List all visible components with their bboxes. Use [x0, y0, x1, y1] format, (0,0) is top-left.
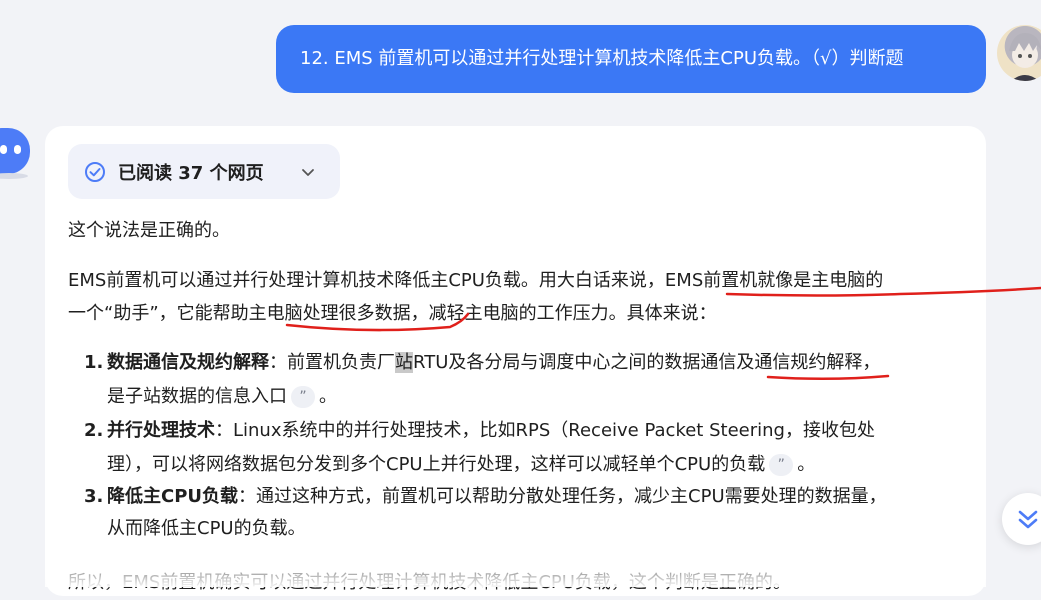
list-item-number: 1. [84, 352, 104, 373]
list-item-2-line1: 并行处理技术：Linux系统中的并行处理技术，比如RPS（Receive Pac… [107, 414, 875, 448]
list-item-title: 并行处理技术 [107, 420, 215, 441]
user-message-text: 12. EMS 前置机可以通过并行处理计算机技术降低主CPU负载。（√）判断题 [300, 48, 904, 69]
list-item-number: 3. [84, 486, 104, 507]
list-item-title: 数据通信及规约解释 [107, 352, 269, 373]
sources-read-toggle[interactable]: 已阅读 37 个网页 [68, 144, 340, 199]
list-item-text: 从而降低主CPU的负载。 [107, 518, 306, 539]
double-chevron-down-icon [1018, 510, 1038, 529]
answer-paragraph-explain-line1: EMS前置机可以通过并行处理计算机技术降低主CPU负载。用大白话来说，EMS前置… [68, 270, 884, 291]
assistant-avatar-shadow [0, 173, 28, 179]
list-item-text: 理），可以将网络数据包分发到多个CPU上并行处理，这样可以减轻单个CPU的负载 [107, 454, 766, 475]
scroll-to-bottom-button[interactable] [1002, 493, 1041, 545]
user-message-bubble: 12. EMS 前置机可以通过并行处理计算机技术降低主CPU负载。（√）判断题 [276, 25, 986, 93]
list-item-2-line2: 理），可以将网络数据包分发到多个CPU上并行处理，这样可以减轻单个CPU的负载”… [107, 448, 815, 482]
list-item-text: RTU及各分局与调度中心之间的数据通信及通信规约解释， [413, 352, 881, 373]
chevron-down-icon [302, 168, 314, 176]
highlighted-text: 站 [395, 352, 413, 373]
check-circle-icon [85, 161, 105, 182]
list-item-text: 是子站数据的信息入口 [107, 386, 287, 407]
list-item-text: ：前置机负责厂 [269, 352, 395, 373]
list-item-title: 降低主CPU负载 [107, 486, 239, 507]
list-item-text: ：Linux系统中的并行处理技术，比如RPS（Receive Packet St… [215, 420, 875, 441]
list-item-3-line1: 降低主CPU负载：通过这种方式，前置机可以帮助分散处理任务，减少主CPU需要处理… [107, 480, 887, 514]
answer-paragraph-verdict: 这个说法是正确的。 [68, 220, 230, 241]
assistant-avatar [0, 128, 30, 174]
list-item-3-line2: 从而降低主CPU的负载。 [107, 512, 306, 546]
citation-icon[interactable]: ” [291, 386, 315, 408]
citation-icon[interactable]: ” [769, 454, 794, 476]
bottom-fade [45, 560, 986, 587]
list-item-text: ：通过这种方式，前置机可以帮助分散处理任务，减少主CPU需要处理的数据量， [238, 486, 887, 507]
user-avatar[interactable] [997, 25, 1041, 81]
sources-read-label: 已阅读 37 个网页 [118, 162, 264, 184]
avatar-image [1009, 33, 1041, 81]
list-item-number: 2. [84, 420, 104, 441]
list-item-text: 。 [797, 454, 816, 475]
list-item-1-line1: 数据通信及规约解释：前置机负责厂站RTU及各分局与调度中心之间的数据通信及通信规… [107, 346, 880, 380]
list-item-1-line2: 是子站数据的信息入口”。 [107, 380, 337, 414]
list-item-text: 。 [319, 386, 337, 407]
answer-paragraph-explain-line2: 一个“助手”，它能帮助主电脑处理很多数据，减轻主电脑的工作压力。具体来说： [68, 303, 717, 324]
